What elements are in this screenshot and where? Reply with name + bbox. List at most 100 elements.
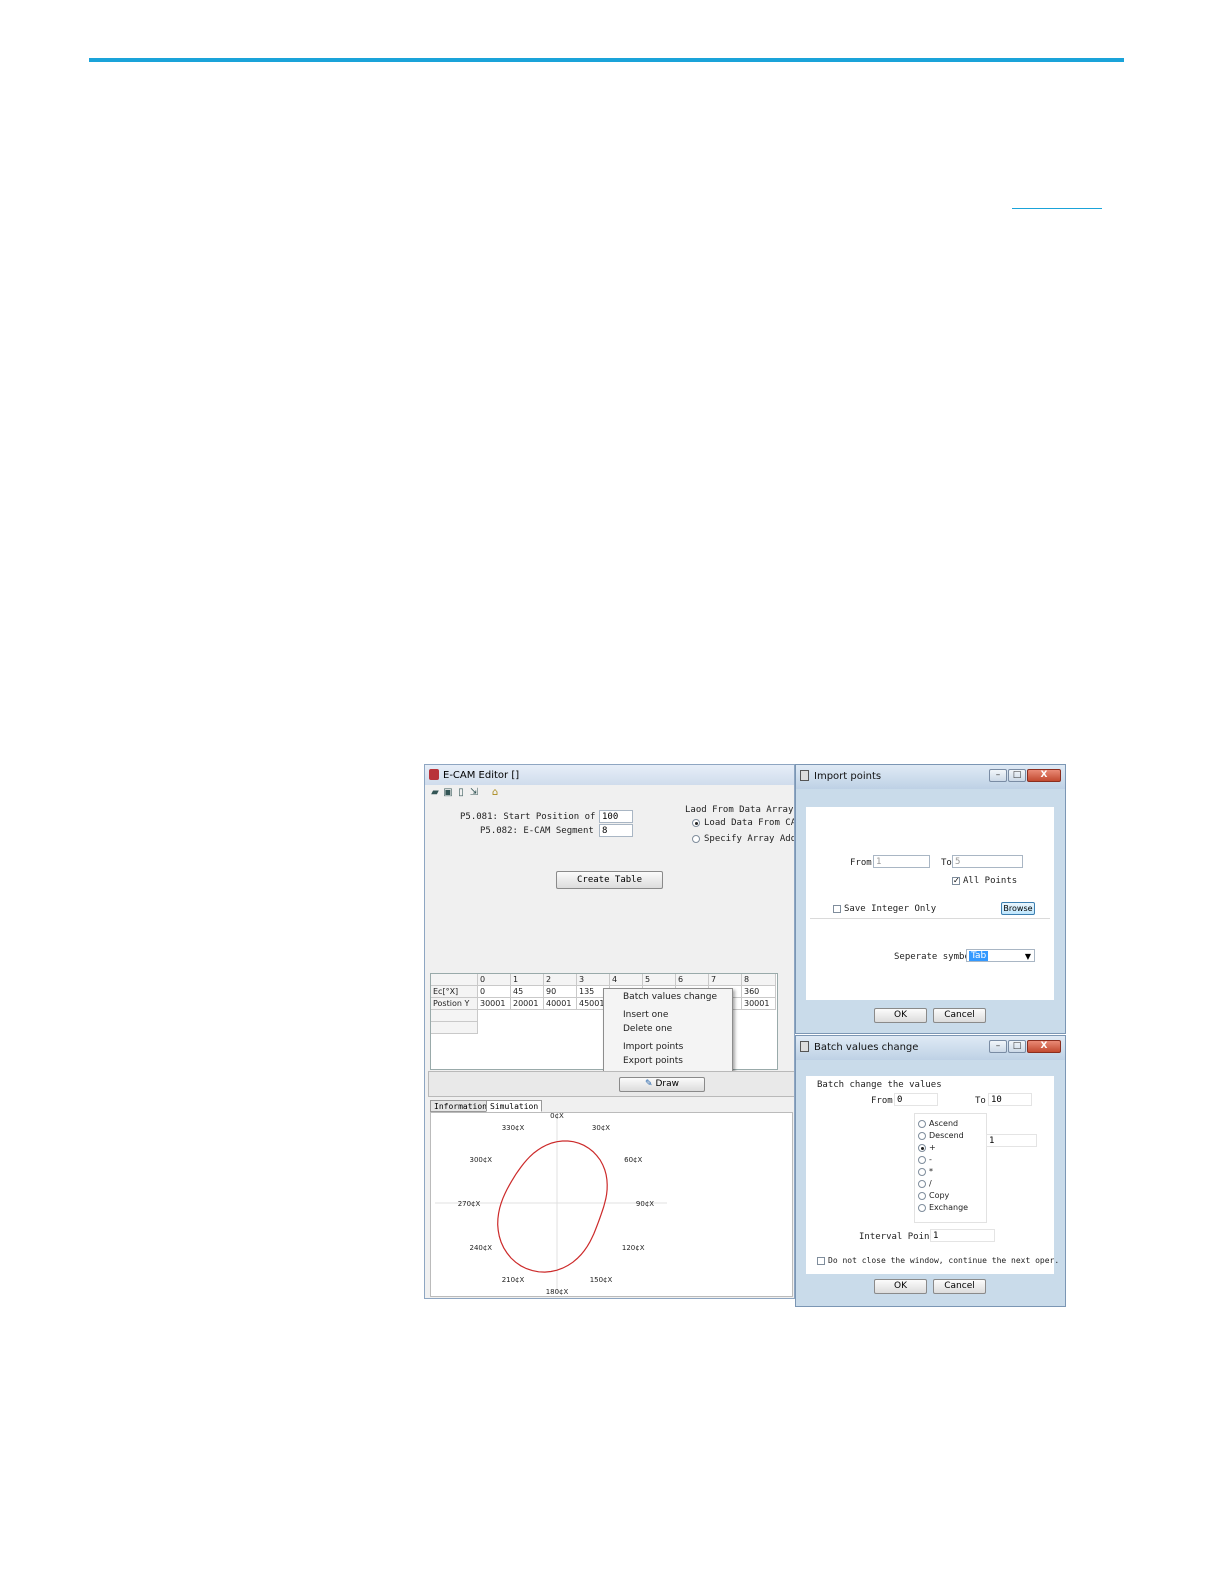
menu-item-export-points[interactable]: Export points xyxy=(623,1056,683,1066)
plus-radio[interactable] xyxy=(918,1144,926,1152)
exchange-radio[interactable] xyxy=(918,1204,926,1212)
col-header: 1 xyxy=(511,974,544,986)
table-cell[interactable]: 30001 xyxy=(478,998,511,1010)
operand-input[interactable]: 1 xyxy=(986,1134,1037,1147)
new-icon[interactable]: ▯ xyxy=(456,787,466,799)
import-ok-button[interactable]: OK xyxy=(874,1008,927,1023)
import-to-input[interactable]: 5 xyxy=(952,855,1023,868)
polar-angle-label: 120¢X xyxy=(622,1244,645,1252)
simulation-panel: 0¢X 30¢X 60¢X 90¢X 120¢X 150¢X 180¢X 210¢X 240¢X… xyxy=(430,1112,793,1297)
maximize-icon[interactable]: □ xyxy=(1008,769,1026,782)
table-cell[interactable]: 40001 xyxy=(544,998,577,1010)
ecam-editor-window: E-CAM Editor [] ▰ ▣ ▯ ⇲ ⌂ P5.081: Start … xyxy=(424,764,795,1299)
divide-radio[interactable] xyxy=(918,1180,926,1188)
import-from-label: From xyxy=(850,858,872,868)
polar-plot: 0¢X 30¢X 60¢X 90¢X 120¢X 150¢X 180¢X 210¢X 240¢X… xyxy=(435,1112,667,1296)
table-cell[interactable]: 90 xyxy=(544,986,577,998)
minimize-icon[interactable]: – xyxy=(989,1040,1007,1053)
table-cell[interactable]: 20001 xyxy=(511,998,544,1010)
divide-label: / xyxy=(929,1179,932,1188)
descend-label: Descend xyxy=(929,1131,964,1140)
import-panel: From 1 To 5 ✓ All Points Save Integer On… xyxy=(806,807,1054,1000)
app-icon xyxy=(429,769,439,780)
batch-values-dialog: Batch values change – □ X Batch change t… xyxy=(795,1035,1066,1307)
descend-radio[interactable] xyxy=(918,1132,926,1140)
row-label-ec: Ec[°X] xyxy=(431,986,478,998)
dialog-icon xyxy=(800,770,809,781)
table-cell[interactable]: 0 xyxy=(478,986,511,998)
menu-item-import-points[interactable]: Import points xyxy=(623,1042,683,1052)
import-points-dialog: Import points – □ X From 1 To 5 ✓ All Po… xyxy=(795,764,1066,1034)
browse-button[interactable]: Browse xyxy=(1001,902,1035,915)
separate-symbol-select[interactable]: Tab ▼ xyxy=(966,949,1035,962)
draw-button[interactable]: ✎ Draw xyxy=(619,1077,705,1092)
plus-label: + xyxy=(929,1143,936,1152)
open-icon[interactable]: ▰ xyxy=(430,787,440,799)
table-cell[interactable]: 45 xyxy=(511,986,544,998)
polar-angle-label: 90¢X xyxy=(636,1200,654,1208)
ecam-title-bar: E-CAM Editor [] xyxy=(425,765,794,785)
col-header: 7 xyxy=(709,974,742,986)
table-cell[interactable]: 360 xyxy=(742,986,776,998)
table-cell[interactable]: 30001 xyxy=(742,998,776,1010)
menu-item-delete-one[interactable]: Delete one xyxy=(623,1024,672,1034)
batch-panel: Batch change the values From 0 To 10 Asc… xyxy=(806,1076,1059,1274)
save-integer-label: Save Integer Only xyxy=(844,904,937,914)
polar-angle-label: 60¢X xyxy=(624,1156,642,1164)
all-points-checkbox[interactable]: ✓ xyxy=(952,877,960,885)
close-icon[interactable]: X xyxy=(1027,769,1061,782)
do-not-close-label: Do not close the window, continue the ne… xyxy=(828,1256,1060,1265)
multiply-label: * xyxy=(929,1167,933,1176)
do-not-close-checkbox[interactable] xyxy=(817,1257,825,1265)
operation-list: Ascend Descend + - * / Copy Exchange xyxy=(914,1113,987,1223)
minus-label: - xyxy=(929,1155,932,1164)
ascend-radio[interactable] xyxy=(918,1120,926,1128)
segment-no-input[interactable]: 8 xyxy=(599,824,633,837)
polar-angle-label: 300¢X xyxy=(469,1156,492,1164)
context-menu: Batch values change Insert one Delete on… xyxy=(603,988,733,1072)
create-table-button[interactable]: Create Table xyxy=(556,871,663,889)
close-icon[interactable]: X xyxy=(1027,1040,1061,1053)
col-header: 5 xyxy=(643,974,676,986)
menu-item-batch-values-change[interactable]: Batch values change xyxy=(623,992,717,1002)
batch-ok-button[interactable]: OK xyxy=(874,1279,927,1294)
polar-angle-label: 330¢X xyxy=(502,1124,525,1132)
lock-icon[interactable]: ⌂ xyxy=(490,787,500,799)
col-header: 8 xyxy=(742,974,776,986)
ecam-title: E-CAM Editor [] xyxy=(443,770,520,781)
tab-information[interactable]: Information xyxy=(430,1100,491,1112)
import-title: Import points xyxy=(814,771,882,782)
batch-cancel-button[interactable]: Cancel xyxy=(933,1279,986,1294)
load-cap-label: Load Data From CAP Da xyxy=(704,818,794,828)
save-icon[interactable]: ▣ xyxy=(443,787,453,799)
maximize-icon[interactable]: □ xyxy=(1008,1040,1026,1053)
col-header: 2 xyxy=(544,974,577,986)
hyperlink-underline[interactable] xyxy=(1012,208,1102,209)
cam-curve xyxy=(497,1140,608,1273)
import-from-input[interactable]: 1 xyxy=(873,855,930,868)
p5-082-label: P5.082: E-CAM Segment No. xyxy=(480,826,616,836)
import-cancel-button[interactable]: Cancel xyxy=(933,1008,986,1023)
menu-item-insert-one[interactable]: Insert one xyxy=(623,1010,668,1020)
polar-angle-label: 270¢X xyxy=(458,1200,481,1208)
batch-to-input[interactable]: 10 xyxy=(988,1093,1032,1106)
row-label-position: Postion Y xyxy=(431,998,478,1010)
minimize-icon[interactable]: – xyxy=(989,769,1007,782)
batch-from-label: From xyxy=(871,1096,893,1106)
tab-simulation[interactable]: Simulation xyxy=(486,1100,543,1112)
start-position-input[interactable]: 100 xyxy=(599,810,633,823)
batch-group-label: Batch change the values xyxy=(817,1080,942,1090)
specify-address-radio[interactable] xyxy=(692,835,700,843)
interval-points-input[interactable]: 1 xyxy=(930,1229,995,1242)
export-icon[interactable]: ⇲ xyxy=(469,787,479,799)
multiply-radio[interactable] xyxy=(918,1168,926,1176)
exchange-label: Exchange xyxy=(929,1203,969,1212)
header-rule xyxy=(89,58,1124,62)
save-integer-checkbox[interactable] xyxy=(833,905,841,913)
minus-radio[interactable] xyxy=(918,1156,926,1164)
col-header: 6 xyxy=(676,974,709,986)
batch-from-input[interactable]: 0 xyxy=(894,1093,938,1106)
copy-radio[interactable] xyxy=(918,1192,926,1200)
batch-to-label: To xyxy=(975,1096,986,1106)
load-cap-radio[interactable] xyxy=(692,819,700,827)
